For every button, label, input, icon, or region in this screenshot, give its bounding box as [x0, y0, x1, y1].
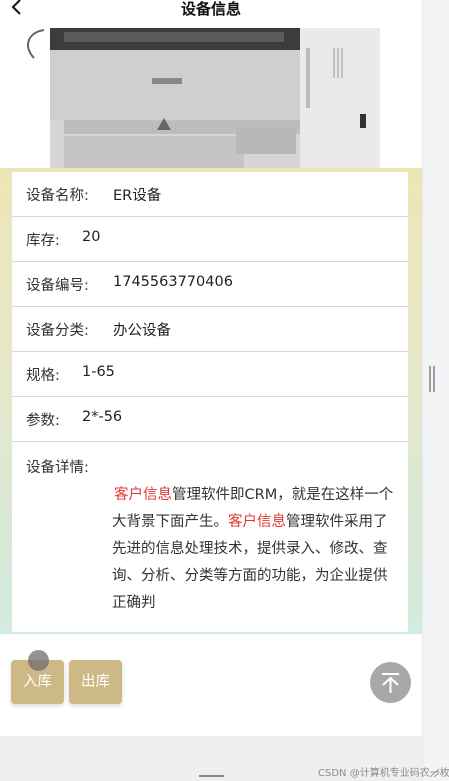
code-label: 设备编号:	[26, 278, 89, 294]
info-row-spec: 规格: 1-65	[12, 352, 408, 397]
scrollbar-track[interactable]	[422, 0, 449, 781]
info-row-name: 设备名称: ER设备	[12, 172, 408, 217]
detail-highlight-2: 客户信息	[228, 514, 286, 530]
scrollbar-grip[interactable]	[429, 366, 435, 392]
resize-grip-icon[interactable]	[428, 768, 440, 778]
detail-highlight-1: 客户信息	[114, 487, 172, 503]
device-photo	[14, 18, 408, 168]
info-row-param: 参数: 2*-56	[12, 397, 408, 442]
page-title: 设备信息	[180, 0, 241, 18]
stock-label: 库存:	[26, 233, 60, 249]
arrow-up-icon	[382, 673, 399, 693]
detail-text: 客户信息管理软件即CRM，就是在这样一个大背景下面产生。客户信息管理软件采用了先…	[112, 482, 397, 617]
info-row-category: 设备分类: 办公设备	[12, 307, 408, 352]
code-value: 1745563770406	[113, 274, 233, 290]
stock-out-button[interactable]: 出库	[69, 660, 122, 704]
name-label: 设备名称:	[26, 188, 89, 204]
top-nav-bar: 设备信息	[0, 0, 422, 18]
spec-label: 规格:	[26, 368, 60, 384]
device-info-card: 设备名称: ER设备 库存: 20 设备编号: 1745563770406 设备…	[12, 172, 408, 632]
touch-indicator	[28, 650, 49, 671]
device-info-panel: 设备名称: ER设备 库存: 20 设备编号: 1745563770406 设备…	[0, 168, 422, 634]
category-value: 办公设备	[113, 323, 171, 339]
stock-value: 20	[82, 229, 101, 245]
back-arrow-icon[interactable]	[8, 0, 28, 18]
home-indicator	[199, 775, 224, 777]
name-value: ER设备	[113, 188, 162, 204]
info-row-code: 设备编号: 1745563770406	[12, 262, 408, 307]
param-value: 2*-56	[82, 409, 123, 425]
back-to-top-button[interactable]	[370, 662, 411, 703]
action-bar: 入库 出库	[0, 634, 422, 736]
spec-value: 1-65	[82, 364, 115, 380]
info-row-stock: 库存: 20	[12, 217, 408, 262]
detail-label: 设备详情:	[26, 460, 89, 476]
param-label: 参数:	[26, 413, 60, 429]
category-label: 设备分类:	[26, 323, 89, 339]
